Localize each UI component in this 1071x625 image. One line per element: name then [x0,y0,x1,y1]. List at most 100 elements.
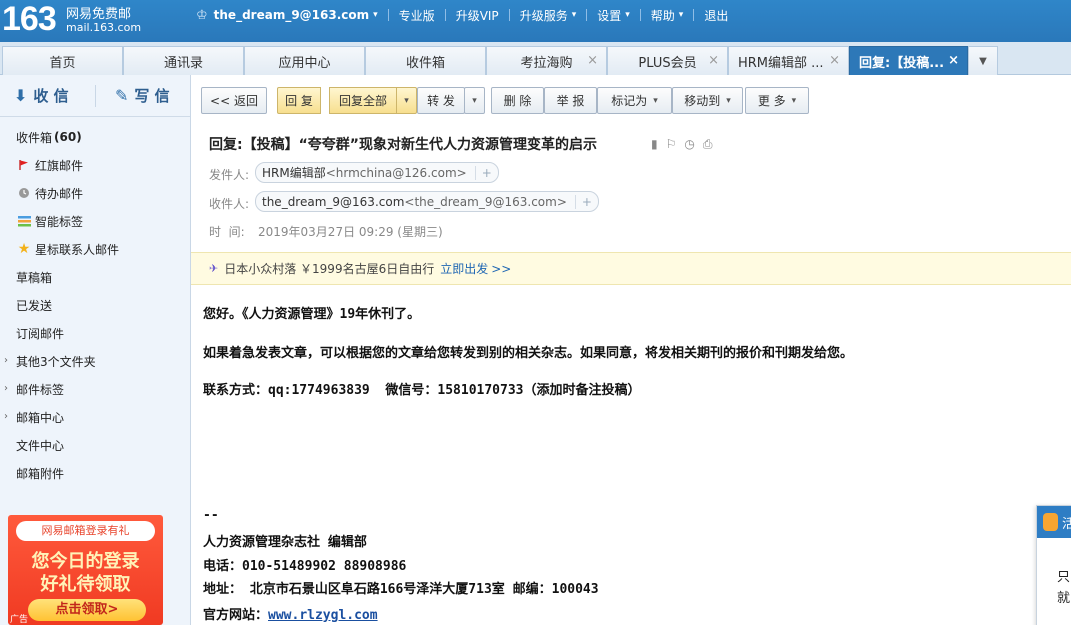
tab-current-message[interactable]: 回复:【投稿... × [849,46,968,75]
website-link[interactable]: www.rlzygl.com [268,608,378,623]
bookmark-icon[interactable]: ▮ [651,137,658,152]
sidebar-item-subscriptions[interactable]: 订阅邮件 [16,323,64,343]
nav-pro-version[interactable]: 专业版 [389,7,445,24]
recipient-chip[interactable]: the_dream_9@163.com <the_dream_9@163.com… [255,191,599,212]
widget-title: 活 [1061,516,1071,532]
login-reward-ad[interactable]: 网易邮箱登录有礼 您今日的登录 好礼待领取 点击领取> 广告 [8,515,163,625]
reply-button[interactable]: 回 复 [277,87,321,114]
sidebar-item-file-center[interactable]: 文件中心 [16,435,64,455]
compose-button[interactable]: ✎ 写 信 [115,85,170,106]
ad-ribbon: 网易邮箱登录有礼 [16,521,155,541]
receive-button[interactable]: ⬇ 收 信 [14,85,69,106]
folder-label: 红旗邮件 [35,158,84,173]
promo-link[interactable]: 立即出发 [440,260,488,277]
tab-list-dropdown[interactable]: ▼ [968,46,998,75]
sidebar-item-other-folders[interactable]: 其他3个文件夹 [16,351,96,371]
red-flag-icon [16,159,32,171]
floating-widget[interactable]: 活 只 就 [1036,505,1071,625]
move-to-dropdown[interactable]: 移动到 ▾ [672,87,743,114]
chevron-right-icon[interactable]: › [4,411,8,422]
tab-label: 应用中心 [278,55,331,71]
signature-address: 地址： 北京市石景山区阜石路166号泽洋大厦713室 邮编：100043 [203,582,599,597]
folder-label: 草稿箱 [16,270,53,285]
tab-app-center[interactable]: 应用中心 [244,46,365,75]
folder-label: 订阅邮件 [16,326,65,341]
widget-text: 只 [1057,570,1071,585]
nav-upgrade-service[interactable]: 升级服务 ▾ [510,7,587,24]
sidebar-item-attachments[interactable]: 邮箱附件 [16,463,64,483]
nav-logout[interactable]: 退出 [694,7,738,24]
chevron-down-icon: ▾ [472,95,477,106]
nav-upgrade-vip[interactable]: 升级VIP [446,7,509,24]
close-icon[interactable]: × [948,53,959,68]
ad-claim-button[interactable]: 点击领取> [28,599,146,621]
promo-arrow: >> [491,261,512,276]
reply-options-dropdown[interactable]: ▾ [396,87,417,114]
add-contact-icon[interactable]: + [474,165,492,180]
add-contact-icon[interactable]: + [574,194,592,209]
sender-chip[interactable]: HRM编辑部 <hrmchina@126.com> + [255,162,499,183]
sidebar-item-drafts[interactable]: 草稿箱 [16,267,52,287]
body-line: 联系方式：qq:1774963839 微信号：15810170733（添加时备注… [203,383,641,398]
nav-settings[interactable]: 设置 ▾ [587,7,640,24]
unread-count: (60) [54,130,82,144]
edit-icon: ✎ [115,86,129,105]
tab-bar: 首页 通讯录 应用中心 收件箱 考拉海购 × PLUS会员 × HRM编辑部 .… [0,42,1071,75]
message-time: 2019年03月27日 09:29 (星期三) [258,225,443,239]
more-label: 更 多 [757,94,786,108]
plane-icon: ✈ [209,262,219,275]
sidebar-item-smart-tags[interactable]: 智能标签 [16,211,83,231]
folder-label: 邮箱中心 [16,410,65,425]
receive-label: 收 信 [33,87,69,105]
widget-text: 就 [1057,591,1071,606]
to-label: 收件人: [209,197,250,211]
tab-plus-member[interactable]: PLUS会员 × [607,46,728,75]
sidebar-item-flagged[interactable]: 红旗邮件 [16,155,83,175]
tab-hrm-editorial[interactable]: HRM编辑部 ... × [728,46,849,75]
tab-contacts[interactable]: 通讯录 [123,46,244,75]
promo-banner: ✈ 日本小众村落 ￥1999名古屋6日自由行 立即出发 >> [191,252,1071,285]
sidebar-item-mail-tags[interactable]: 邮件标签 [16,379,64,399]
close-icon[interactable]: × [587,53,598,68]
clock-icon[interactable]: ◷ [684,137,694,152]
tab-kaola[interactable]: 考拉海购 × [486,46,607,75]
more-dropdown[interactable]: 更 多 ▾ [745,87,809,114]
flag-icon[interactable]: ⚐ [666,137,677,152]
chevron-right-icon[interactable]: › [4,383,8,394]
sidebar-item-mailbox-center[interactable]: 邮箱中心 [16,407,64,427]
report-button[interactable]: 举 报 [544,87,597,114]
sender-email: <hrmchina@126.com> [325,165,467,180]
sidebar-item-starred[interactable]: ★ 星标联系人邮件 [16,239,119,259]
folder-label: 邮件标签 [16,382,65,397]
message-subject: 回复:【投稿】“夸夸群”现象对新生代人力资源管理变革的启示 [209,137,597,153]
user-menu[interactable]: ♔ the_dream_9@163.com ▾ [192,8,388,23]
back-button[interactable]: << 返回 [201,87,267,114]
chevron-down-icon: ▾ [373,10,378,20]
print-icon[interactable]: ⎙ [703,137,713,152]
tab-inbox[interactable]: 收件箱 [365,46,486,75]
ad-headline-2: 好礼待领取 [40,574,131,595]
sidebar-item-inbox[interactable]: 收件箱 (60) [16,127,82,147]
tab-label: 回复:【投稿... [859,55,945,71]
tab-label: 首页 [49,55,76,71]
sidebar: ⬇ 收 信 ✎ 写 信 收件箱 (60) 红旗邮件 待办邮件 智能标签 ★ 星标… [0,75,191,625]
signature-website: 官方网站：www.rlzygl.com [203,604,378,623]
mark-as-dropdown[interactable]: 标记为 ▾ [597,87,672,114]
forward-options-dropdown[interactable]: ▾ [464,87,485,114]
time-label: 时 间: [209,225,245,239]
chevron-right-icon[interactable]: › [4,355,8,366]
sidebar-item-todo[interactable]: 待办邮件 [16,183,83,203]
sidebar-item-sent[interactable]: 已发送 [16,295,52,315]
chevron-down-icon: ▾ [791,95,797,106]
forward-button[interactable]: 转 发 [417,87,465,114]
close-icon[interactable]: × [708,53,719,68]
delete-button[interactable]: 删 除 [491,87,544,114]
close-icon[interactable]: × [829,53,840,68]
logo-163: 163 [2,0,57,38]
chevron-down-icon: ▼ [979,55,987,67]
body-line: 您好。《人力资源管理》19年休刊了。 [203,307,421,322]
star-icon: ★ [17,241,31,257]
tab-home[interactable]: 首页 [2,46,123,75]
reply-all-button[interactable]: 回复全部 [329,87,397,114]
nav-help[interactable]: 帮助 ▾ [641,7,694,24]
